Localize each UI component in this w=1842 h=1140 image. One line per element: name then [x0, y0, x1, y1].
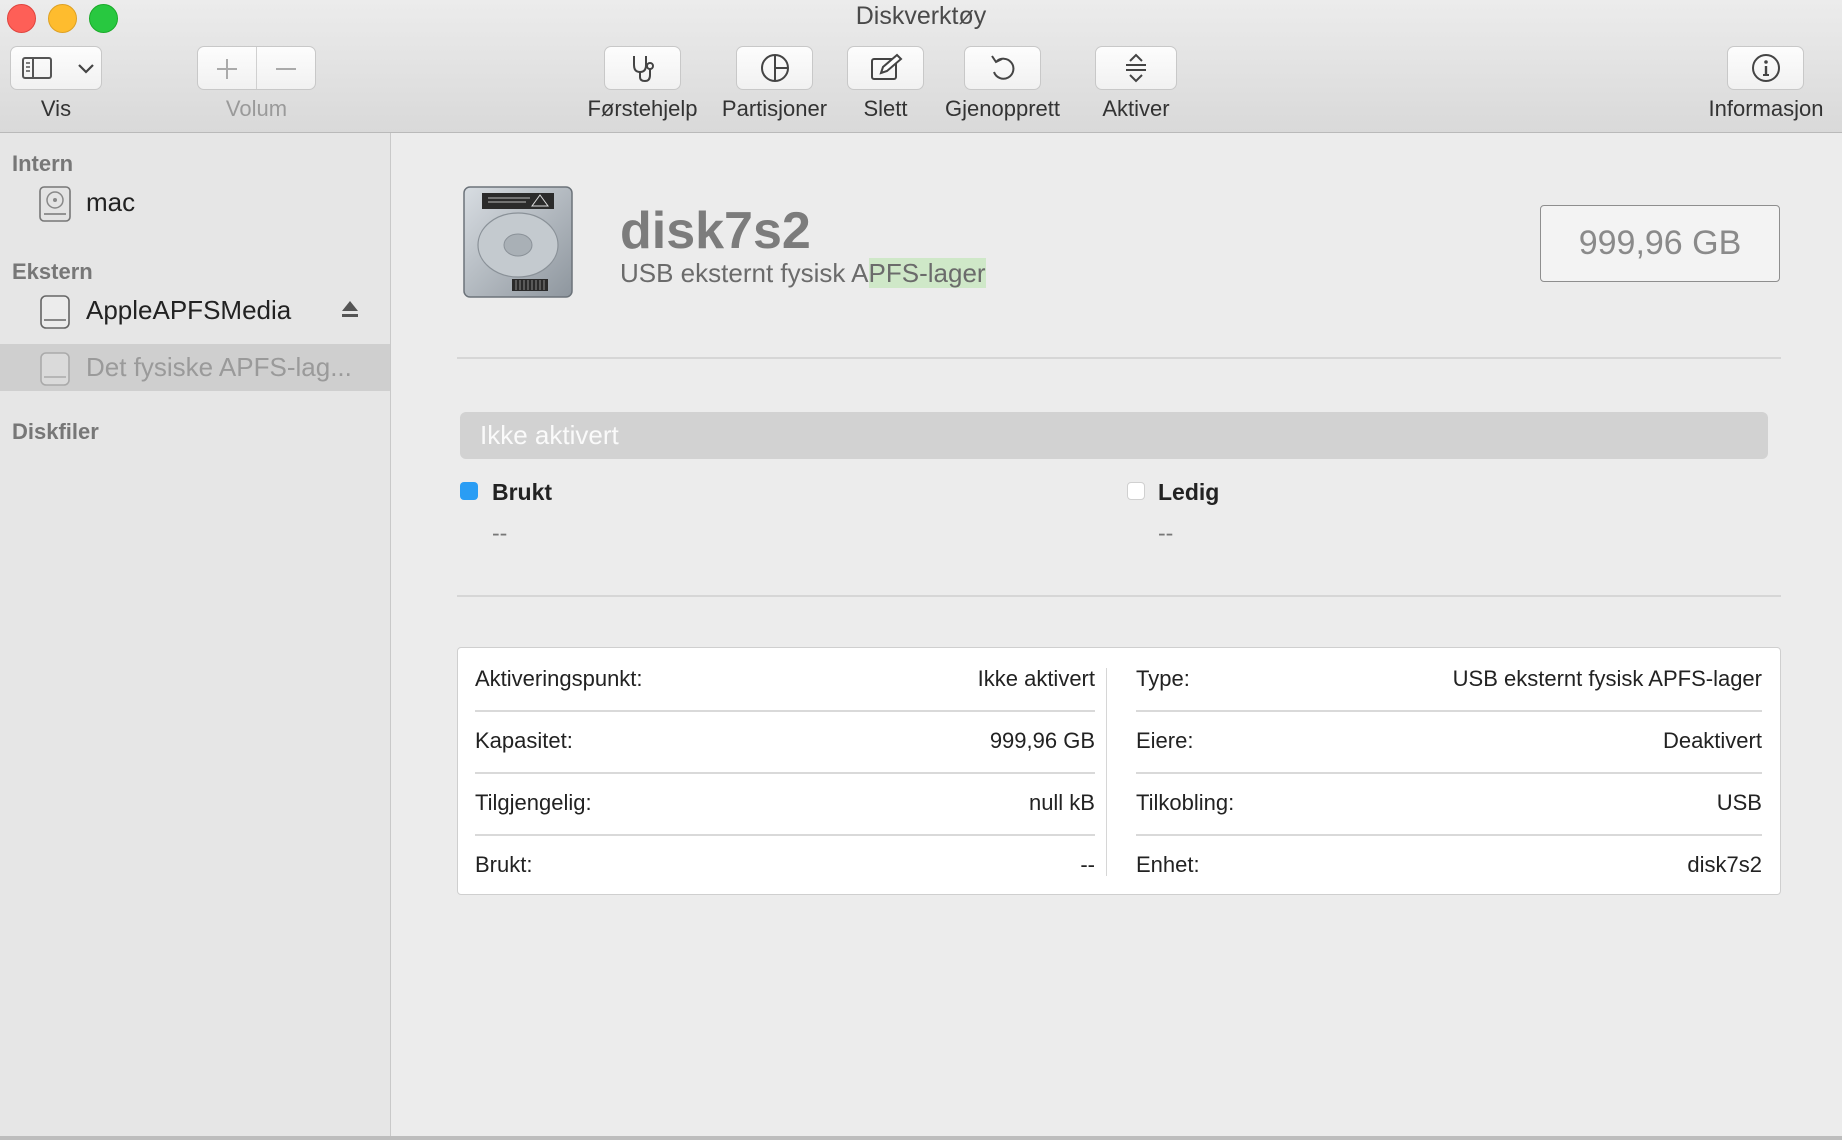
info-value: null kB — [1028, 790, 1095, 815]
disk-subtitle-highlight: PFS-lager — [868, 258, 986, 288]
info-button[interactable] — [1727, 46, 1804, 90]
info-key: Eiere: — [1136, 728, 1194, 753]
erase-pencil-icon — [870, 53, 902, 80]
used-value: -- — [492, 520, 508, 546]
eject-icon[interactable] — [340, 299, 360, 319]
sidebar-item-apfs-container[interactable]: Det fysiske APFS-lag... — [0, 344, 390, 391]
main-content: disk7s2 USB eksternt fysisk APFS-lager 9… — [391, 133, 1842, 1137]
info-label: Informasjon — [1708, 96, 1824, 121]
external-disk-icon — [40, 352, 70, 386]
volume-label: Volum — [225, 96, 288, 121]
mount-icon — [1126, 53, 1146, 83]
capacity-badge: 999,96 GB — [1540, 205, 1780, 282]
sidebar-item-label: mac — [86, 186, 136, 217]
first-aid-button[interactable] — [604, 46, 681, 90]
mount-label: Aktiver — [1102, 96, 1170, 121]
used-label: Brukt — [492, 479, 553, 505]
external-disk-icon — [40, 295, 70, 329]
sidebar-section-intern: Intern — [12, 151, 74, 176]
info-row: Aktiveringspunkt: Ikke aktivert — [475, 648, 1095, 712]
column-divider — [1106, 668, 1107, 876]
usage-bar: Ikke aktivert — [460, 412, 1768, 459]
sidebar-item-mac[interactable]: mac — [0, 179, 390, 225]
info-row: Tilkobling: USB — [1136, 772, 1762, 836]
divider — [457, 357, 1781, 359]
chevron-down-icon — [78, 64, 94, 74]
view-button[interactable] — [10, 46, 102, 90]
stethoscope-icon — [632, 56, 654, 83]
restore-button[interactable] — [964, 46, 1041, 90]
sidebar-item-label: AppleAPFSMedia — [86, 294, 292, 325]
mount-button[interactable] — [1095, 46, 1177, 90]
info-row: Tilgjengelig: null kB — [475, 772, 1095, 836]
info-value: Deaktivert — [1662, 728, 1762, 753]
disk-subtitle-part: USB eksternt fysisk A — [620, 258, 869, 288]
info-value: Ikke aktivert — [977, 666, 1095, 691]
first-aid-label: Førstehjelp — [587, 96, 698, 121]
info-key: Tilkobling: — [1136, 790, 1235, 815]
info-value: USB — [1716, 790, 1762, 815]
sidebar-section-diskfiler: Diskfiler — [12, 419, 99, 444]
erase-button[interactable] — [847, 46, 924, 90]
info-table: Aktiveringspunkt: Ikke aktivert Kapasite… — [457, 647, 1781, 895]
divider — [457, 595, 1781, 597]
view-label: Vis — [40, 96, 72, 121]
free-value: -- — [1158, 520, 1174, 546]
free-swatch — [1127, 482, 1145, 500]
info-key: Aktiveringspunkt: — [475, 666, 643, 691]
restore-arrow-icon — [990, 55, 1014, 80]
erase-label: Slett — [863, 96, 908, 121]
sidebar-toggle-icon — [22, 57, 52, 79]
info-value: -- — [1080, 852, 1095, 877]
used-swatch — [460, 482, 478, 500]
info-row: Eiere: Deaktivert — [1136, 710, 1762, 774]
info-row: Kapasitet: 999,96 GB — [475, 710, 1095, 774]
info-key: Kapasitet: — [475, 728, 573, 753]
info-row: Brukt: -- — [475, 834, 1095, 896]
window-toolbar: Diskverktøy Vis Volum Førstehjelp Partis… — [0, 0, 1842, 133]
sidebar-item-label: Det fysiske APFS-lag... — [86, 352, 352, 382]
internal-disk-icon — [39, 186, 71, 222]
info-value: USB eksternt fysisk APFS-lager — [1452, 666, 1762, 691]
partition-label: Partisjoner — [721, 96, 828, 121]
info-key: Brukt: — [475, 852, 533, 877]
hard-drive-icon — [463, 186, 573, 298]
sidebar: Intern mac Ekstern AppleAPFSMedia Det fy… — [0, 133, 391, 1137]
info-row: Enhet: disk7s2 — [1136, 834, 1762, 896]
info-row: Type: USB eksternt fysisk APFS-lager — [1136, 648, 1762, 712]
free-label: Ledig — [1158, 479, 1220, 505]
restore-label: Gjenopprett — [945, 96, 1060, 121]
info-icon — [1751, 54, 1780, 82]
partition-button[interactable] — [736, 46, 813, 90]
segment-divider — [256, 47, 257, 89]
info-key: Type: — [1136, 666, 1190, 691]
add-volume-icon[interactable] — [215, 57, 239, 81]
info-key: Enhet: — [1136, 852, 1200, 877]
sidebar-section-ekstern: Ekstern — [12, 259, 93, 284]
disk-subtitle: USB eksternt fysisk APFS-lager — [620, 258, 986, 289]
sidebar-item-appleapfsmedia[interactable]: AppleAPFSMedia — [0, 287, 390, 333]
window-title: Diskverktøy — [855, 2, 987, 30]
info-value: 999,96 GB — [989, 728, 1095, 753]
pie-partition-icon — [760, 54, 789, 82]
usage-bar-label: Ikke aktivert — [480, 420, 619, 450]
remove-volume-icon[interactable] — [274, 57, 298, 81]
volume-segmented-control — [197, 46, 316, 90]
info-value: disk7s2 — [1687, 852, 1762, 877]
info-key: Tilgjengelig: — [475, 790, 592, 815]
window-bottom-edge — [0, 1136, 1842, 1140]
disk-name: disk7s2 — [620, 202, 811, 260]
